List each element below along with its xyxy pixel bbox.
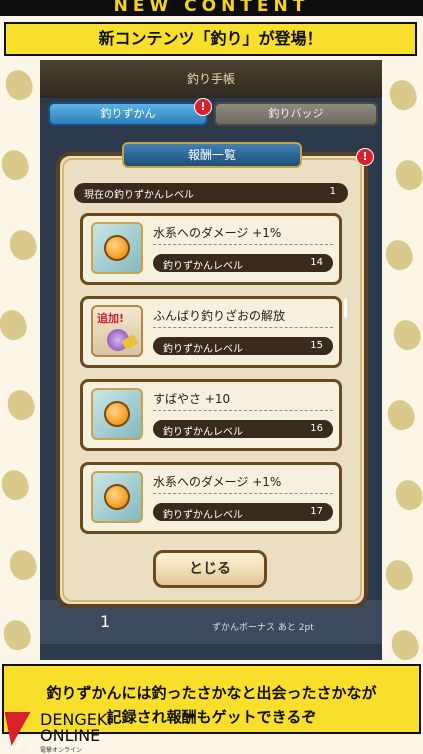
reward-level-label: 釣りずかんレベル xyxy=(163,344,243,355)
new-content-label: NEW CONTENT xyxy=(113,0,310,16)
headline-box: 新コンテンツ「釣り」が登場！ xyxy=(4,22,417,56)
reward-level-bar: 釣りずかんレベル 17 xyxy=(153,503,333,521)
reward-icon-frame xyxy=(91,388,143,440)
tab-alert-icon: ! xyxy=(194,98,212,116)
orange-orb-icon xyxy=(104,401,130,427)
reward-text: 水系へのダメージ +1% xyxy=(153,226,282,240)
reward-text: すばやさ +10 xyxy=(153,392,231,406)
reward-icon-frame xyxy=(91,471,143,523)
current-level-label: 現在の釣りずかんレベル xyxy=(84,190,194,201)
tab-fishing-badge[interactable]: 釣りバッジ xyxy=(214,102,378,126)
dialog-title: 報酬一覧 xyxy=(122,142,302,168)
right-pattern xyxy=(382,60,423,660)
current-level-bar: 現在の釣りずかんレベル 1 xyxy=(74,183,348,203)
left-pattern xyxy=(0,60,40,660)
reward-text: 水系へのダメージ +1% xyxy=(153,475,282,489)
add-badge-label: 追加! xyxy=(97,312,125,325)
close-button[interactable]: とじる xyxy=(153,550,267,588)
current-level-value: 1 xyxy=(329,186,336,197)
reward-level-label: 釣りずかんレベル xyxy=(163,427,243,438)
reward-row: 水系へのダメージ +1% 釣りずかんレベル 14 xyxy=(80,213,342,285)
reward-level-bar: 釣りずかんレベル 16 xyxy=(153,420,333,438)
reward-level-value: 15 xyxy=(310,340,323,351)
reward-level-value: 17 xyxy=(310,506,323,517)
caption-line-1: 釣りずかんには釣ったさかなと出会ったさかなが xyxy=(46,684,377,702)
tab-fishing-encyclopedia[interactable]: 釣りずかん xyxy=(48,102,208,126)
reward-icon-frame: 追加! xyxy=(91,305,143,357)
book-title: 釣り手帳 xyxy=(186,72,235,86)
logo-text: DENGEKI ONLINE xyxy=(40,710,113,745)
reward-text: ふんばり釣りざおの解放 xyxy=(153,309,286,323)
reward-level-bar: 釣りずかんレベル 15 xyxy=(153,337,333,355)
reward-level-label: 釣りずかんレベル xyxy=(163,261,243,272)
reward-row: すばやさ +10 釣りずかんレベル 16 xyxy=(80,379,342,451)
reward-row: 水系へのダメージ +1% 釣りずかんレベル 17 xyxy=(80,462,342,534)
divider xyxy=(153,410,333,411)
divider xyxy=(153,327,333,328)
reward-level-value: 16 xyxy=(310,423,323,434)
orange-orb-icon xyxy=(104,484,130,510)
reward-row: 追加! ふんばり釣りざおの解放 釣りずかんレベル 15 xyxy=(80,296,342,368)
divider xyxy=(153,244,333,245)
reward-level-bar: 釣りずかんレベル 14 xyxy=(153,254,333,272)
reward-level-label: 釣りずかんレベル xyxy=(163,510,243,521)
scrollbar-thumb[interactable] xyxy=(344,298,347,318)
reward-icon-frame xyxy=(91,222,143,274)
background-bonus-text: ずかんボーナス あと 2pt xyxy=(212,623,314,633)
background-page-number: 1 xyxy=(100,612,111,631)
orange-orb-icon xyxy=(104,235,130,261)
divider xyxy=(153,493,333,494)
dialog-alert-icon: ! xyxy=(356,148,374,166)
reward-level-value: 14 xyxy=(310,257,323,268)
